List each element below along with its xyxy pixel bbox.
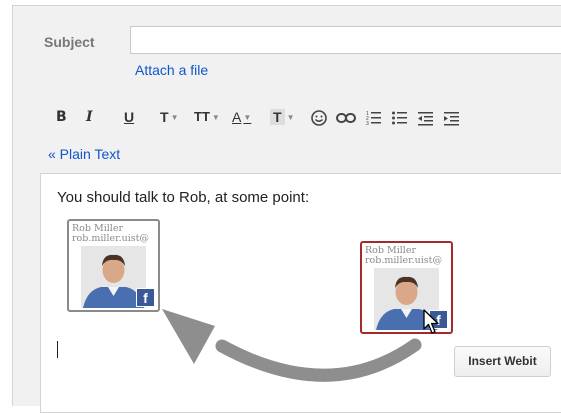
link-icon[interactable]	[336, 106, 356, 128]
subject-label: Subject	[44, 34, 95, 50]
text-color-label: A	[232, 109, 242, 125]
svg-text:3: 3	[366, 121, 369, 126]
font-size-label: TT	[194, 109, 210, 124]
chevron-down-icon: ▼	[170, 113, 179, 123]
bold-button[interactable]: B	[56, 106, 67, 128]
message-body-text: You should talk to Rob, at some point:	[57, 189, 310, 206]
text-cursor	[57, 341, 58, 358]
italic-button[interactable]: I	[86, 106, 93, 128]
bulleted-list-icon[interactable]	[392, 106, 408, 128]
numbered-list-icon[interactable]: 123	[366, 106, 382, 128]
insert-webit-button[interactable]: Insert Webit	[454, 346, 551, 377]
plain-text-link[interactable]: « Plain Text	[48, 146, 120, 162]
webit-card[interactable]: Rob Miller rob.miller.uist@ f	[67, 219, 160, 312]
webit-email: rob.miller.uist@	[365, 255, 442, 266]
highlight-label: T	[270, 109, 285, 125]
webit-info: Rob Miller rob.miller.uist@	[72, 224, 157, 244]
indent-less-icon[interactable]	[418, 106, 434, 128]
highlight-button[interactable]: T ▼	[270, 106, 294, 128]
emoji-icon[interactable]	[310, 106, 328, 128]
underline-button[interactable]: U	[124, 106, 134, 128]
text-color-button[interactable]: A ▼	[232, 106, 251, 128]
indent-more-icon[interactable]	[444, 106, 460, 128]
chevron-down-icon: ▼	[243, 113, 252, 123]
subject-input[interactable]	[130, 26, 561, 54]
attach-file-link[interactable]: Attach a file	[135, 62, 208, 78]
font-label: T	[160, 109, 169, 125]
mouse-pointer-icon	[423, 309, 439, 334]
chevron-down-icon: ▼	[286, 113, 295, 123]
webit-email: rob.miller.uist@	[72, 233, 149, 244]
font-size-button[interactable]: TT ▼	[194, 106, 220, 128]
chevron-down-icon: ▼	[211, 112, 220, 122]
facebook-icon: f	[136, 288, 155, 307]
webit-info: Rob Miller rob.miller.uist@	[365, 246, 450, 266]
font-button[interactable]: T ▼	[160, 106, 178, 128]
